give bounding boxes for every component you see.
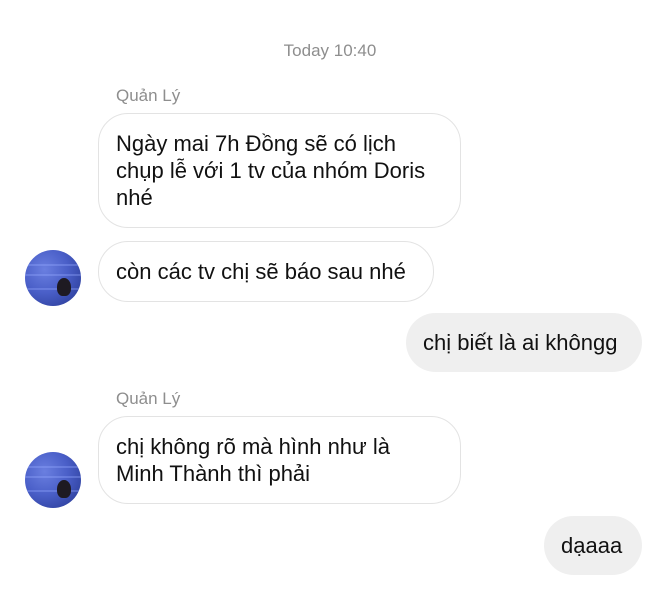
sender-name: Quản Lý [116,86,181,105]
message-bubble-incoming[interactable]: còn các tv chị sẽ báo sau nhé [98,241,434,302]
sender-avatar[interactable] [25,452,81,508]
message-timestamp: Today 10:40 [283,41,377,60]
message-text: Ngày mai 7h Đồng sẽ có lịch chụp lễ với … [116,131,426,210]
message-text: còn các tv chị sẽ báo sau nhé [116,259,406,284]
sender-name: Quản Lý [116,389,181,408]
message-bubble-outgoing[interactable]: chị biết là ai khôngg [406,313,642,372]
message-text: dạaaa [561,533,623,558]
sender-avatar[interactable] [25,250,81,306]
message-bubble-outgoing[interactable]: dạaaa [544,516,642,575]
message-text: chị biết là ai khôngg [423,330,618,355]
message-bubble-incoming[interactable]: chị không rõ mà hình như là Minh Thành t… [98,416,461,504]
message-text: chị không rõ mà hình như là Minh Thành t… [116,434,391,486]
message-bubble-incoming[interactable]: Ngày mai 7h Đồng sẽ có lịch chụp lễ với … [98,113,461,228]
